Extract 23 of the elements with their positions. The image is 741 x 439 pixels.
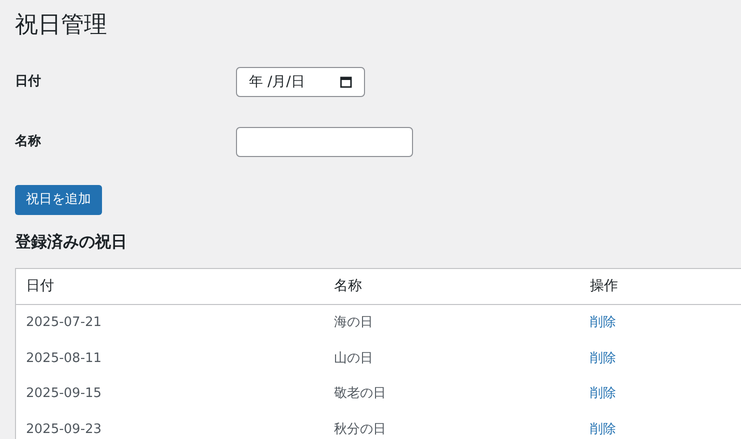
table-cell: 海の日 [334,315,373,330]
table-cell: 秋分の日 [334,422,386,436]
delete-link[interactable]: 削除 [590,422,616,436]
calendar-icon [340,76,352,88]
date-field[interactable]: 年 /月/日 [236,67,365,97]
name-field[interactable] [236,127,413,157]
field-label: 名称 [15,133,42,152]
table-cell: 山の日 [334,350,373,366]
delete-link[interactable]: 削除 [590,315,616,330]
column-header: 名称 [334,278,362,294]
table-cell: 2025-09-23 [26,422,102,436]
table-cell: 敬老の日 [334,386,386,401]
add-holiday-button[interactable]: 祝日を追加 [15,185,102,215]
table-cell: 2025-07-21 [26,315,102,330]
delete-link[interactable]: 削除 [590,386,616,401]
page-title: 祝日管理 [15,11,107,40]
delete-link[interactable]: 削除 [590,350,616,366]
field-label: 日付 [15,73,42,92]
table-cell: 2025-08-11 [26,350,102,366]
section-title: 登録済みの祝日 [15,231,127,253]
table-cell: 2025-09-15 [26,386,102,401]
column-header: 日付 [26,278,54,294]
column-header: 操作 [590,278,618,294]
